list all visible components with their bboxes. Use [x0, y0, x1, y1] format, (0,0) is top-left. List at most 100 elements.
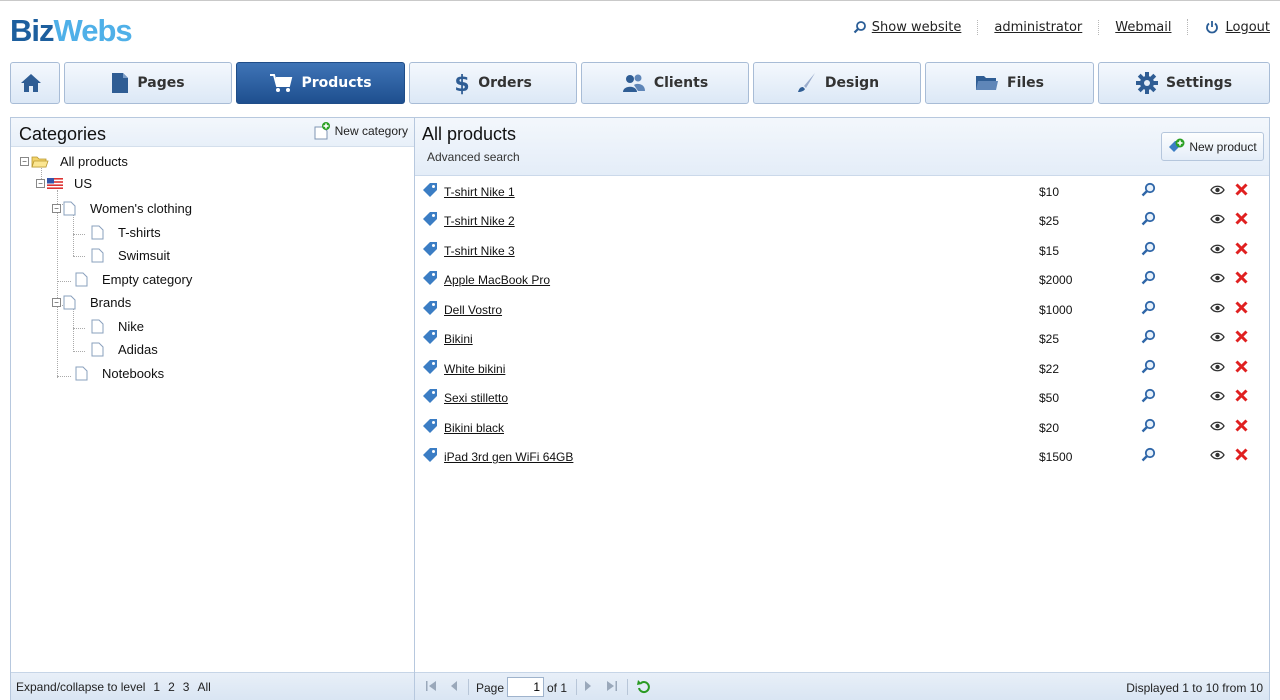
logout-link[interactable]: Logout [1187, 19, 1270, 35]
refresh-icon[interactable] [636, 679, 652, 695]
magnifier-icon[interactable] [1141, 300, 1156, 315]
product-name-link[interactable]: Apple MacBook Pro [444, 273, 550, 287]
next-page-icon[interactable] [583, 679, 593, 693]
power-icon [1206, 21, 1219, 34]
top-links: Show website administrator Webmail Logou… [837, 19, 1270, 35]
tree-item-us[interactable]: − US [36, 176, 92, 191]
level-1-link[interactable]: 1 [153, 680, 160, 694]
delete-icon[interactable] [1235, 212, 1248, 225]
delete-icon[interactable] [1235, 360, 1248, 373]
level-2-link[interactable]: 2 [168, 680, 175, 694]
tab-orders[interactable]: $ Orders [409, 62, 577, 104]
tag-icon [423, 301, 437, 315]
collapse-toggle[interactable]: − [20, 157, 29, 166]
eye-icon[interactable] [1210, 391, 1225, 401]
product-name-link[interactable]: Dell Vostro [444, 303, 502, 317]
delete-icon[interactable] [1235, 389, 1248, 402]
product-name-link[interactable]: T-shirt Nike 3 [444, 244, 515, 258]
main-nav: Pages Products $ Orders Clients Design F… [10, 62, 1270, 104]
eye-icon[interactable] [1210, 362, 1225, 372]
folder-icon [976, 76, 998, 90]
brush-icon [797, 73, 815, 92]
page-icon [91, 342, 104, 357]
delete-icon[interactable] [1235, 419, 1248, 432]
level-all-link[interactable]: All [197, 680, 210, 694]
magnifier-icon[interactable] [1141, 359, 1156, 374]
product-name-link[interactable]: iPad 3rd gen WiFi 64GB [444, 450, 573, 464]
tree-item-nike[interactable]: Nike [91, 319, 144, 334]
tree-item-t-shirts[interactable]: T-shirts [91, 225, 161, 240]
tree-item-all-products[interactable]: − All products [20, 154, 128, 169]
first-page-icon[interactable] [425, 679, 437, 693]
tab-home[interactable] [10, 62, 60, 104]
tag-icon [423, 448, 437, 462]
magnifier-icon[interactable] [1141, 182, 1156, 197]
users-icon [622, 74, 645, 92]
eye-icon[interactable] [1210, 185, 1225, 195]
product-name-link[interactable]: Bikini black [444, 421, 504, 435]
tree-item-womens-clothing[interactable]: − Women's clothing [52, 201, 192, 216]
collapse-toggle[interactable]: − [52, 204, 61, 213]
tree-item-empty-category[interactable]: Empty category [75, 272, 192, 287]
delete-icon[interactable] [1235, 330, 1248, 343]
collapse-toggle[interactable]: − [52, 298, 61, 307]
magnifier-icon[interactable] [1141, 388, 1156, 403]
product-name-link[interactable]: T-shirt Nike 2 [444, 214, 515, 228]
eye-icon[interactable] [1210, 332, 1225, 342]
eye-icon[interactable] [1210, 214, 1225, 224]
product-name-link[interactable]: Bikini [444, 332, 473, 346]
product-name-link[interactable]: T-shirt Nike 1 [444, 185, 515, 199]
expand-collapse-label: Expand/collapse to level [16, 680, 146, 694]
magnifier-icon[interactable] [1141, 447, 1156, 462]
administrator-link[interactable]: administrator [977, 19, 1098, 35]
new-product-button[interactable]: New product [1161, 132, 1264, 161]
tree-level-footer: Expand/collapse to level 1 2 3 All [11, 672, 414, 700]
advanced-search-link[interactable]: Advanced search [427, 150, 520, 164]
eye-icon[interactable] [1210, 244, 1225, 254]
new-category-button[interactable]: New category [313, 122, 408, 140]
show-website-link[interactable]: Show website [837, 20, 978, 35]
product-row: White bikini $22 [415, 354, 1269, 383]
tab-products[interactable]: Products [236, 62, 405, 104]
magnifier-icon[interactable] [1141, 329, 1156, 344]
magnifier-icon[interactable] [1141, 211, 1156, 226]
tree-item-brands[interactable]: − Brands [52, 295, 131, 310]
tab-files[interactable]: Files [925, 62, 1094, 104]
webmail-link[interactable]: Webmail [1098, 19, 1187, 35]
magnifier-icon[interactable] [1141, 418, 1156, 433]
cart-icon [270, 74, 293, 92]
tab-design[interactable]: Design [753, 62, 921, 104]
page-number-input[interactable] [507, 677, 544, 697]
delete-icon[interactable] [1235, 448, 1248, 461]
delete-icon[interactable] [1235, 183, 1248, 196]
tree-item-notebooks[interactable]: Notebooks [75, 366, 164, 381]
level-3-link[interactable]: 3 [183, 680, 190, 694]
page-icon [63, 201, 76, 216]
tree-item-adidas[interactable]: Adidas [91, 342, 158, 357]
collapse-toggle[interactable]: − [36, 179, 45, 188]
eye-icon[interactable] [1210, 303, 1225, 313]
product-name-link[interactable]: Sexi stilletto [444, 391, 508, 405]
magnifier-icon[interactable] [1141, 241, 1156, 256]
new-product-icon [1169, 138, 1185, 152]
tree-item-swimsuit[interactable]: Swimsuit [91, 248, 170, 263]
eye-icon[interactable] [1210, 421, 1225, 431]
eye-icon[interactable] [1210, 273, 1225, 283]
product-price: $22 [1039, 362, 1060, 376]
delete-icon[interactable] [1235, 242, 1248, 255]
home-icon [21, 74, 41, 92]
product-row: T-shirt Nike 2 $25 [415, 206, 1269, 235]
page-icon [112, 73, 129, 93]
eye-icon[interactable] [1210, 450, 1225, 460]
tab-pages[interactable]: Pages [64, 62, 232, 104]
magnifier-icon[interactable] [1141, 270, 1156, 285]
tab-settings[interactable]: Settings [1098, 62, 1270, 104]
products-header: All products Advanced search New product [415, 118, 1269, 176]
delete-icon[interactable] [1235, 301, 1248, 314]
last-page-icon[interactable] [606, 679, 618, 693]
tab-clients[interactable]: Clients [581, 62, 749, 104]
delete-icon[interactable] [1235, 271, 1248, 284]
prev-page-icon[interactable] [449, 679, 459, 693]
folder-open-icon [31, 156, 49, 167]
product-name-link[interactable]: White bikini [444, 362, 505, 376]
